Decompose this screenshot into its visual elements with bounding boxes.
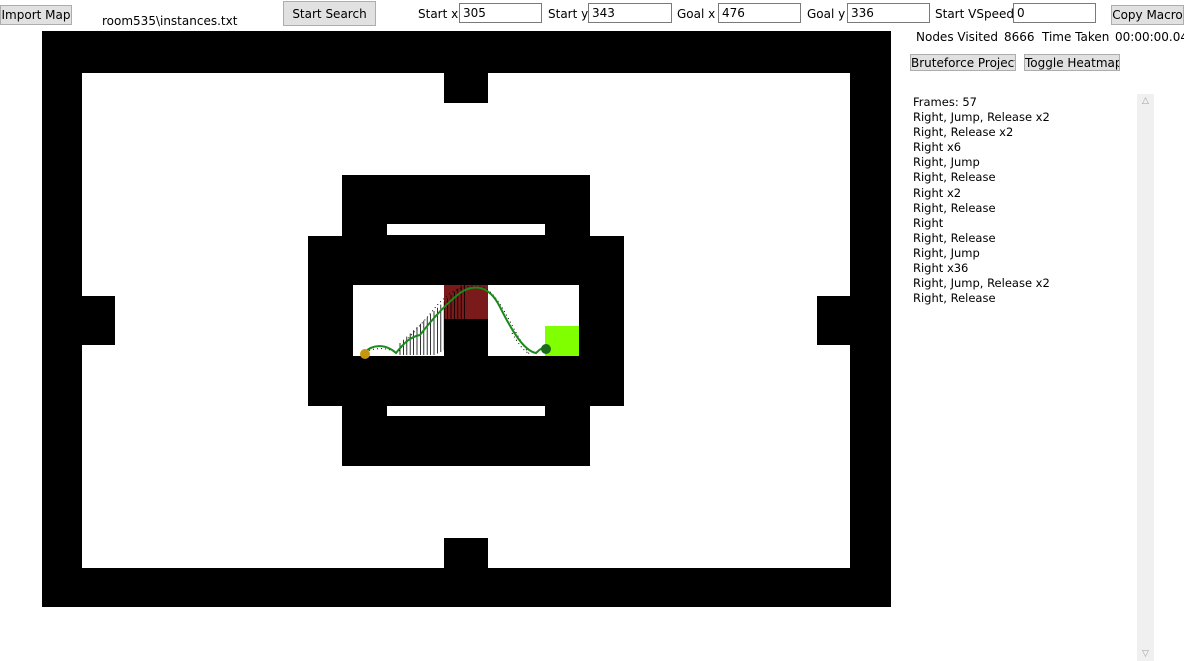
goal-marker	[541, 344, 551, 354]
right-pillar	[817, 296, 850, 345]
start-marker	[360, 349, 370, 359]
time-taken-label: Time Taken	[1042, 30, 1110, 44]
nodes-visited-label: Nodes Visited	[916, 30, 998, 44]
start-vspeed-input[interactable]	[1013, 3, 1096, 23]
goal-y-input[interactable]	[847, 3, 930, 23]
goal-x-label: Goal x	[677, 7, 716, 21]
macro-line: Right, Jump, Release x2	[913, 276, 1050, 291]
start-x-label: Start x	[418, 7, 459, 21]
map-canvas[interactable]	[42, 31, 891, 607]
macro-line: Right x6	[913, 140, 962, 155]
goal-x-input[interactable]	[718, 3, 801, 23]
toggle-heatmap-button[interactable]: Toggle Heatmap	[1024, 54, 1120, 71]
map-file-path: room535\instances.txt	[102, 14, 238, 28]
macro-line: Right, Release	[913, 230, 996, 245]
upper-slot	[387, 224, 545, 235]
scroll-down-icon[interactable]: ▽	[1137, 647, 1154, 661]
macro-scrollbar[interactable]: △ ▽	[1137, 94, 1154, 661]
macro-list: Frames: 57 Right, Jump, Release x2 Right, …	[913, 95, 1133, 306]
start-vspeed-label: Start VSpeed	[935, 7, 1014, 21]
scroll-up-icon[interactable]: △	[1137, 94, 1154, 108]
macro-line: Right, Release	[913, 170, 996, 185]
macro-line: Right x36	[913, 261, 969, 276]
macro-line: Right, Jump, Release x2	[913, 110, 1050, 125]
macro-line: Right, Jump	[913, 245, 980, 260]
macro-line: Right, Release x2	[913, 125, 1014, 140]
top-pillar	[444, 73, 488, 103]
nodes-visited-value: 8666	[1004, 30, 1035, 44]
copy-macro-button[interactable]: Copy Macro	[1111, 5, 1184, 25]
start-search-button[interactable]: Start Search	[283, 1, 376, 26]
import-map-button[interactable]: Import Map	[0, 5, 72, 25]
time-taken-value: 00:00:00.04	[1115, 30, 1184, 44]
macro-line: Right, Release	[913, 200, 996, 215]
start-y-input[interactable]	[588, 3, 672, 23]
left-pillar	[82, 296, 115, 345]
start-x-input[interactable]	[459, 3, 542, 23]
macro-line: Frames: 57	[913, 95, 977, 109]
bottom-pillar	[444, 538, 488, 568]
macro-line: Right, Release	[913, 291, 996, 306]
bruteforce-project-button[interactable]: Bruteforce Project	[910, 54, 1016, 71]
goal-y-label: Goal y	[807, 7, 846, 21]
macro-line: Right x2	[913, 185, 962, 200]
macro-line: Right	[913, 215, 944, 230]
macro-line: Right, Jump	[913, 155, 980, 170]
start-y-label: Start y	[548, 7, 589, 21]
lower-slot	[387, 406, 545, 416]
